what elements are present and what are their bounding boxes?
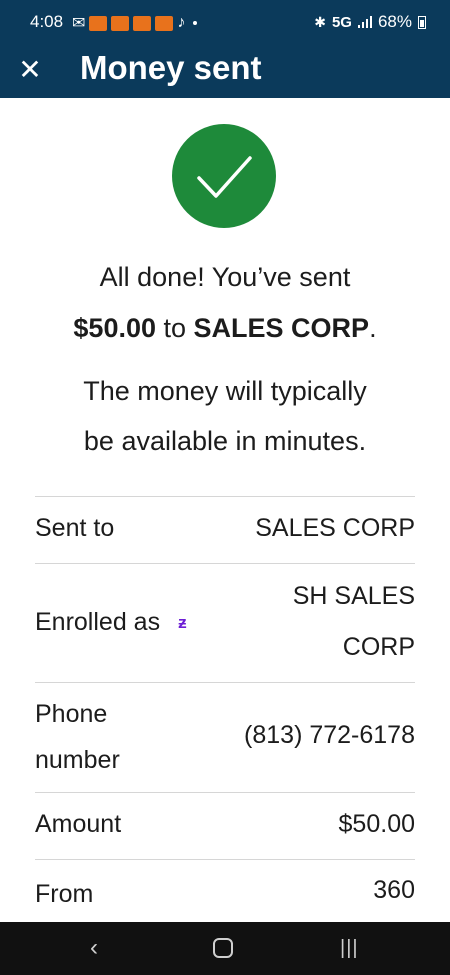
network-label: 5G [331,13,352,31]
recents-icon[interactable]: ||| [340,937,359,960]
mail-icon: ✉ [72,15,86,32]
amount-label: Amount [35,810,122,838]
notification-icons: ✉ ♪ [72,13,198,33]
detail-row-sent-to: Sent to SALES CORP [35,496,415,564]
system-nav-bar: ‹ ||| [0,922,450,975]
confirmation-amount-line: $50.00 to SALES CORP. [0,313,450,344]
back-icon[interactable]: ‹ [90,934,98,962]
app-notification-icon [111,15,130,31]
detail-row-amount: Amount $50.00 [35,792,415,860]
close-icon[interactable]: ✕ [14,54,46,86]
detail-row-from: From 360 [35,859,415,923]
availability-note-line2: be available in minutes. [83,426,367,456]
enrolled-as-label: Enrolled as [35,608,161,636]
recipient-name: SALES CORP [193,313,370,343]
detail-row-phone: Phone number (813) 772-6178 [35,682,415,793]
to-word: to [156,313,194,343]
period: . [369,313,377,343]
phone-value: (813) 772-6178 [244,721,415,749]
from-label: From [35,880,94,908]
status-time: 4:08 [30,12,64,31]
amount-value: $50.00 [338,810,415,838]
signal-icon [357,16,372,28]
app-notification-icon [133,15,152,31]
phone-label-line2: number [35,746,120,774]
detail-row-enrolled-as: Enrolled as ƶ SH SALES CORP [35,563,415,683]
sent-amount: $50.00 [73,313,156,343]
bluetooth-icon: ✱ [314,13,326,30]
battery-percent: 68% [377,12,412,31]
home-icon[interactable] [213,937,233,965]
enrolled-as-label-group: Enrolled as ƶ [35,608,187,637]
status-bar: 4:08 ✉ ♪ ✱ 5G 68% [0,0,450,44]
zelle-icon: ƶ [178,613,187,633]
availability-note-line1: The money will typically [83,376,367,406]
enrolled-as-value-line1: SH SALES [292,582,415,610]
phone-label-line1: Phone [35,700,108,728]
enrolled-as-value-line2: CORP [342,633,415,661]
more-notifications-icon [193,21,198,25]
sent-to-value: SALES CORP [255,514,415,542]
battery-icon [418,15,426,29]
app-notification-icon [89,15,108,31]
app-notification-icon [155,15,174,31]
sent-to-label: Sent to [35,514,115,542]
tiktok-icon: ♪ [177,14,186,31]
page-title: Money sent [80,49,262,86]
status-right: ✱ 5G 68% [314,12,426,32]
app-header: ✕ Money sent [0,44,450,98]
from-value: 360 [373,876,415,904]
confirmation-heading: All done! You’ve sent [99,262,351,292]
success-check-icon [172,124,276,228]
